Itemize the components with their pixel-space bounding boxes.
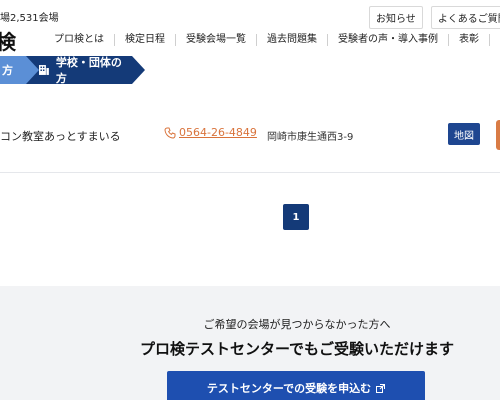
tab-individuals-label: 方	[2, 64, 13, 77]
nav-more[interactable]: プ	[489, 34, 500, 46]
tab-schools-arrow	[132, 56, 145, 84]
nav-testimonials[interactable]: 受験者の声・導入事例	[327, 34, 448, 46]
test-center-cta: ご希望の会場が見つからなかった方へ プロ検テストセンターでもご受験いただけます …	[0, 286, 500, 400]
audience-tabs: 学校・団体の方 方	[0, 56, 500, 84]
phone-icon	[164, 127, 176, 139]
tab-schools-label: 学校・団体の方	[55, 56, 122, 85]
map-button[interactable]: 地図	[448, 123, 480, 145]
pagination-page-1[interactable]: 1	[283, 204, 309, 230]
venue-phone[interactable]: 0564-26-4849	[164, 126, 257, 139]
building-icon	[38, 65, 49, 75]
tab-individuals-arrow	[26, 56, 39, 84]
global-nav: プロ検とは 検定日程 受験会場一覧 過去問題集 受験者の声・導入事例 表彰 プ	[44, 34, 500, 46]
venue-count: 場2,531会場	[0, 13, 59, 24]
site-header: 場2,531会場 お知らせ よくあるご質問 検 プロ検とは 検定日程 受験会場一…	[0, 0, 500, 56]
divider	[0, 172, 500, 173]
external-link-icon	[376, 383, 386, 393]
cta-title: プロ検テストセンターでもご受験いただけます	[139, 340, 455, 358]
nav-about[interactable]: プロ検とは	[44, 34, 114, 46]
nav-schedule[interactable]: 検定日程	[114, 34, 175, 46]
test-center-apply-button[interactable]: テストセンターでの受験を申込む	[167, 371, 425, 400]
venue-address: 岡崎市康生通西3-9	[267, 132, 354, 143]
venue-name: コン教室あっとすまいる	[0, 130, 121, 143]
nav-venues[interactable]: 受験会場一覧	[175, 34, 256, 46]
utility-links: お知らせ よくあるご質問	[369, 6, 500, 29]
faq-link[interactable]: よくあるご質問	[430, 6, 500, 29]
tab-individuals[interactable]: 方	[0, 56, 26, 84]
cta-lead: ご希望の会場が見つからなかった方へ	[203, 318, 391, 331]
nav-past-exams[interactable]: 過去問題集	[256, 34, 327, 46]
venue-phone-number[interactable]: 0564-26-4849	[179, 126, 257, 139]
venue-row: コン教室あっとすまいる 0564-26-4849 岡崎市康生通西3-9 地図	[0, 108, 500, 160]
site-logo[interactable]: 検	[0, 26, 16, 55]
nav-awards[interactable]: 表彰	[448, 34, 489, 46]
news-link[interactable]: お知らせ	[369, 6, 423, 29]
apply-button-edge[interactable]	[496, 120, 500, 150]
test-center-apply-label: テストセンターでの受験を申込む	[206, 382, 372, 395]
